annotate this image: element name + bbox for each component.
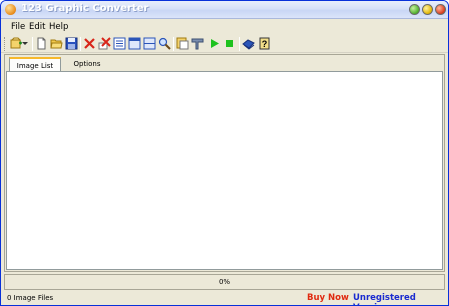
- list-view-icon[interactable]: [113, 37, 126, 50]
- save-icon[interactable]: [65, 37, 78, 50]
- stop-icon[interactable]: [223, 37, 236, 50]
- delete-icon[interactable]: [83, 37, 96, 50]
- svg-text:?: ?: [262, 39, 268, 49]
- status-bar: 0 Image Files Buy Now Unregistered Versi…: [1, 291, 448, 305]
- search-icon[interactable]: [158, 37, 171, 50]
- maximize-button[interactable]: [422, 4, 433, 15]
- progress-text: 0%: [218, 278, 231, 286]
- menu-bar: File Edit Help: [1, 20, 448, 34]
- menu-edit[interactable]: Edit: [29, 22, 45, 32]
- tab-image-list[interactable]: Image List: [9, 57, 61, 71]
- window-title: 123 Graphic Converter: [21, 3, 149, 14]
- toolbar-separator: [32, 37, 33, 51]
- select-icon[interactable]: [176, 37, 189, 50]
- tab-options[interactable]: Options: [63, 57, 111, 71]
- app-icon[interactable]: [5, 4, 16, 15]
- thumbnail-view-icon[interactable]: [143, 37, 156, 50]
- dropdown-arrow-icon[interactable]: [21, 37, 29, 50]
- delete-all-icon[interactable]: [98, 37, 111, 50]
- app-window: 123 Graphic Converter File Edit Help ? I…: [0, 0, 449, 306]
- toolbar-separator: [80, 37, 81, 51]
- new-icon[interactable]: [35, 37, 48, 50]
- progress-bar: 0%: [4, 274, 445, 290]
- minimize-button[interactable]: [409, 4, 420, 15]
- tab-panel: Image List Options: [4, 54, 445, 272]
- play-icon[interactable]: [208, 37, 221, 50]
- toolbar-grip[interactable]: [4, 37, 7, 51]
- image-list-pane[interactable]: [6, 71, 443, 270]
- registration-status: Unregistered Version: [353, 293, 416, 305]
- menu-file[interactable]: File: [11, 22, 25, 32]
- book-icon[interactable]: [242, 37, 255, 50]
- menu-help[interactable]: Help: [49, 22, 68, 32]
- toolbar-separator: [173, 37, 174, 51]
- toolbar-separator: [239, 37, 240, 51]
- open-folder-icon[interactable]: [50, 37, 63, 50]
- image-file-count: 0 Image Files: [7, 294, 54, 302]
- title-bar[interactable]: 123 Graphic Converter: [1, 1, 448, 19]
- buy-now-link[interactable]: Buy Now: [307, 293, 349, 303]
- help-icon[interactable]: ?: [258, 37, 271, 50]
- close-button[interactable]: [435, 4, 446, 15]
- details-view-icon[interactable]: [128, 37, 141, 50]
- paste-icon[interactable]: [191, 37, 204, 50]
- toolbar: ?: [1, 35, 448, 53]
